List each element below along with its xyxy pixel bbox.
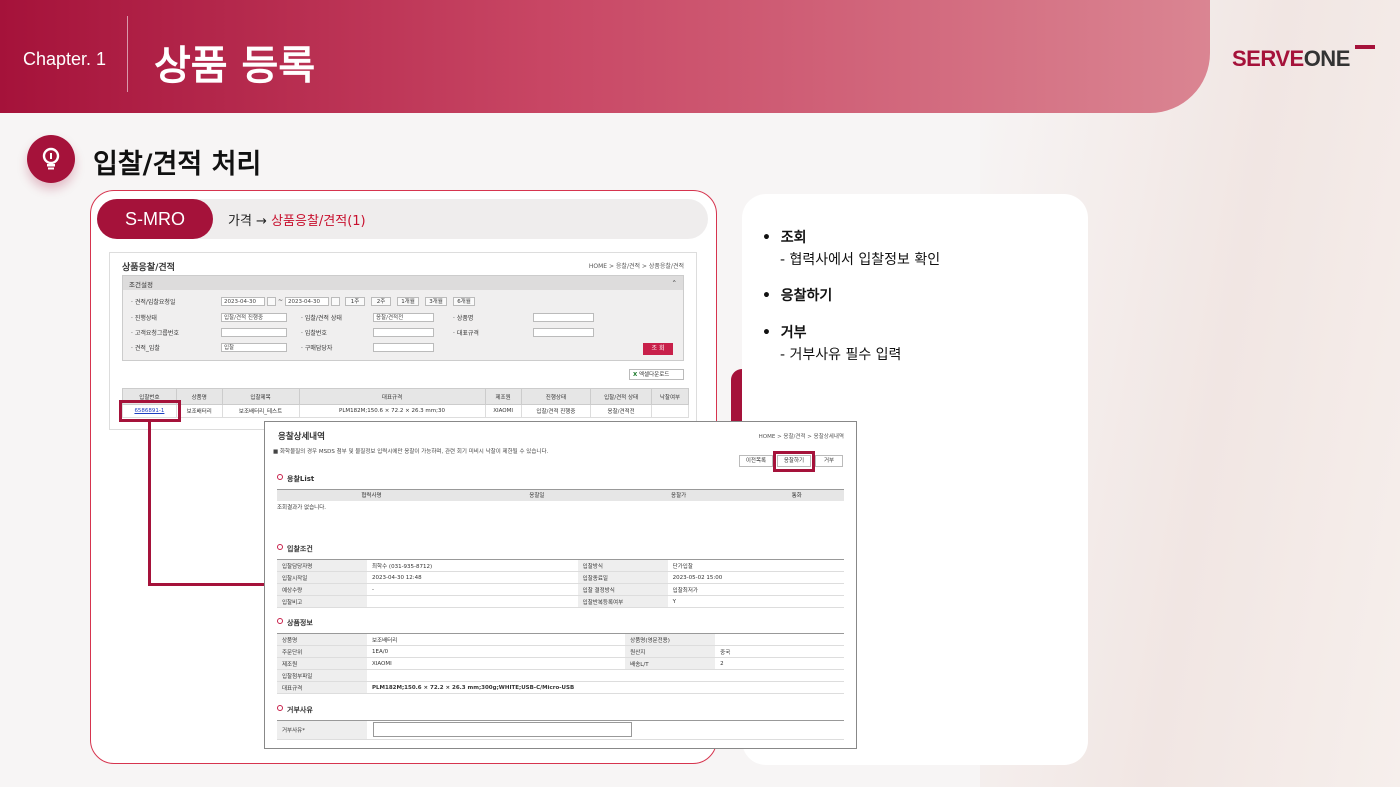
conditions-header[interactable]: 조건설정 ⌃ bbox=[123, 276, 683, 290]
bid-table: 입찰번호 상품명 입찰제목 대표규격 제조원 진행상태 입찰/견적 상태 낙찰여부 65… bbox=[122, 388, 689, 418]
bid-list-table: 협력사명 응찰일 응찰가 통화 bbox=[277, 489, 844, 501]
note-item: • 거부 - 거부사유 필수 입력 bbox=[762, 325, 902, 363]
header-divider bbox=[127, 16, 128, 92]
section-heading: 응찰List bbox=[277, 474, 314, 484]
date-to-input[interactable]: 2023-04-30 bbox=[285, 297, 329, 306]
label: · 상품명 bbox=[453, 315, 474, 322]
calendar-icon[interactable] bbox=[267, 297, 276, 306]
period-button[interactable]: 1개월 bbox=[397, 297, 419, 306]
breadcrumb: HOME > 응찰/견적 > 응찰상세내역 bbox=[758, 434, 844, 440]
screen-title: 응찰상세내역 bbox=[278, 432, 325, 442]
section-heading: 입찰조건 bbox=[277, 544, 313, 554]
table-row[interactable]: 6586891-1 보조배터리 보조배터리_테스트 PLM182M;150.6 ×… bbox=[122, 404, 689, 418]
label: · 입찰/견적 상태 bbox=[301, 315, 342, 322]
reject-button[interactable]: 거부 bbox=[815, 455, 843, 467]
bid-conditions-table: 입찰담당자명 최학수 (031-935-8712) 입찰방식 단가입찰 입찰시작일 20… bbox=[277, 559, 844, 608]
reject-reason-input[interactable] bbox=[373, 722, 632, 737]
label: · 입찰번호 bbox=[301, 330, 327, 337]
lightbulb-icon bbox=[27, 135, 75, 183]
bid-detail-screen: 응찰상세내역 HOME > 응찰/견적 > 응찰상세내역 ■ 화학물질의 경우 … bbox=[264, 421, 857, 749]
search-conditions: 조건설정 ⌃ · 견적/입찰요청일 2023-04-30 ~ 2023-04-30… bbox=[122, 275, 684, 361]
period-button[interactable]: 2주 bbox=[371, 297, 391, 306]
empty-message: 조회결과가 없습니다. bbox=[277, 505, 327, 511]
excel-download-button[interactable]: X 엑셀다운로드 bbox=[629, 369, 684, 380]
buyer-input[interactable] bbox=[373, 343, 434, 352]
label: · 대표규격 bbox=[453, 330, 479, 337]
label: · 고객요청그룹번호 bbox=[131, 330, 179, 337]
note-item: • 응찰하기 bbox=[762, 288, 833, 304]
section-heading: 상품정보 bbox=[277, 618, 313, 628]
spec-input[interactable] bbox=[533, 328, 594, 337]
bid-number-input[interactable] bbox=[373, 328, 434, 337]
period-button[interactable]: 6개월 bbox=[453, 297, 475, 306]
calendar-icon[interactable] bbox=[331, 297, 340, 306]
chapter-label: Chapter. 1 bbox=[23, 49, 107, 69]
bid-status-select[interactable]: 응찰/견적전 bbox=[373, 313, 434, 322]
note-item: • 조회 - 협력사에서 입찰정보 확인 bbox=[762, 230, 941, 268]
label: · 구매담당자 bbox=[301, 345, 333, 352]
section-title: 입찰/견적 처리 bbox=[93, 149, 262, 180]
connector-line bbox=[148, 583, 264, 586]
search-button[interactable]: 조 회 bbox=[643, 343, 673, 355]
bid-list-screen: 상품응찰/견적 HOME > 응찰/견적 > 상품응찰/견적 조건설정 ⌃ · 견… bbox=[109, 252, 697, 430]
highlight-bid-button bbox=[773, 451, 815, 472]
label: · 견적/입찰요청일 bbox=[131, 299, 176, 306]
connector-line bbox=[148, 422, 151, 586]
excel-icon: X bbox=[633, 372, 638, 378]
prev-list-button[interactable]: 이전목록 bbox=[739, 455, 773, 467]
logo-accent bbox=[1355, 45, 1375, 49]
smro-badge: S-MRO bbox=[97, 199, 213, 239]
page-title: 상품 등록 bbox=[154, 43, 316, 89]
card-accent bbox=[731, 369, 742, 429]
serveone-logo: SERVEONE bbox=[1232, 46, 1350, 71]
period-button[interactable]: 1주 bbox=[345, 297, 365, 306]
highlight-bid-number bbox=[119, 400, 181, 422]
collapse-icon: ⌃ bbox=[671, 279, 677, 287]
screen-title: 상품응찰/견적 bbox=[122, 263, 175, 273]
group-input[interactable] bbox=[221, 328, 287, 337]
product-input[interactable] bbox=[533, 313, 594, 322]
label: · 진행상태 bbox=[131, 315, 157, 322]
product-info-table: 상품명 보조배터리 상품명(영문전용) 주문단위 1EA/0 원산지 중국 제조원 XIAO… bbox=[277, 633, 844, 694]
menu-path: 가격 → 상품응찰/견적(1) bbox=[228, 214, 366, 229]
page-header: Chapter. 1 상품 등록 bbox=[0, 0, 1210, 113]
type-select[interactable]: 입찰 bbox=[221, 343, 287, 352]
date-from-input[interactable]: 2023-04-30 bbox=[221, 297, 265, 306]
breadcrumb: HOME > 응찰/견적 > 상품응찰/견적 bbox=[588, 263, 684, 270]
label: · 견적_입찰 bbox=[131, 345, 160, 352]
notice-text: ■ 화학물질의 경우 MSDS 첨부 및 물질정보 입력시에만 응찰이 가능하며… bbox=[273, 449, 549, 455]
status-select[interactable]: 입찰/견적 진행중 bbox=[221, 313, 287, 322]
section-heading: 거부사유 bbox=[277, 705, 313, 715]
period-button[interactable]: 3개월 bbox=[425, 297, 447, 306]
